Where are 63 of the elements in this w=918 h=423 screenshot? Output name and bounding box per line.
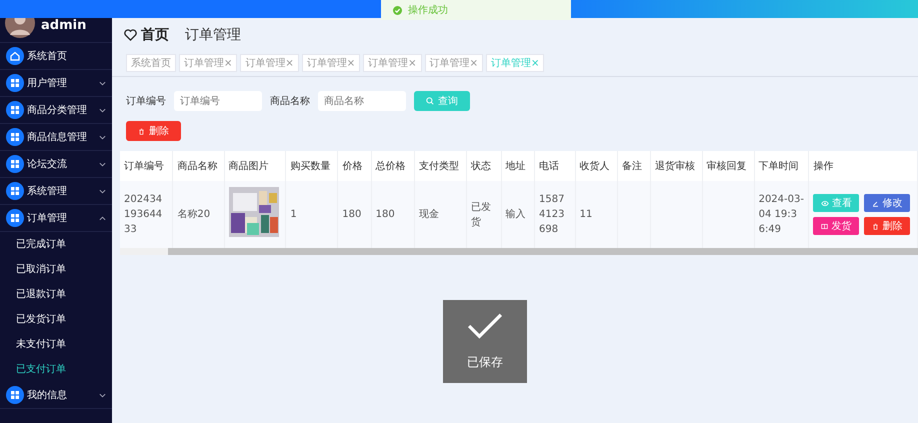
chevron-down-icon [99,134,106,140]
submenu-item[interactable]: 已支付订单 [0,357,112,382]
eye-icon [820,200,829,206]
breadcrumb-home[interactable]: 首页 [141,26,169,44]
menu-item[interactable]: 论坛交流 [0,151,112,178]
menu-item[interactable]: 系统管理 [0,178,112,205]
submenu-item[interactable]: 已完成订单 [0,232,112,257]
menu-item[interactable]: 系统首页 [0,43,112,70]
chevron-down-icon [99,80,106,86]
field-label: 商品名称 [270,94,310,108]
table-cell: 1 [290,209,297,220]
pencil-icon [872,200,880,206]
menu-icon [6,74,24,92]
chevron-down-icon [99,162,106,166]
trash-icon [138,128,145,134]
table-cell: 20243419364433 [124,194,162,235]
search-field[interactable]: 订单编号 [174,91,262,111]
submenu-item[interactable]: 已退款订单 [0,282,112,307]
menu-item[interactable]: 商品信息管理 [0,124,112,151]
submenu-item[interactable]: 未支付订单 [0,332,112,357]
action-button[interactable]: 删除 [864,217,910,235]
table-cell: 180 [376,209,395,220]
table-cell: 11 [580,209,592,220]
table-cell: 15874123698 [539,194,564,235]
field-label: 订单编号 [126,94,166,108]
breadcrumb-current: 订单管理 [185,26,241,44]
search-icon [426,97,434,105]
box-icon [821,222,828,230]
chevron-up-icon [99,216,106,220]
table-cell: 已发货 [470,202,491,228]
table-cell: 2024-03-04 19:36:49 [758,194,804,235]
check-circle-icon [393,6,402,14]
action-button[interactable]: 修改 [864,194,910,212]
submenu-item[interactable]: 已取消订单 [0,257,112,282]
action-button[interactable]: 发货 [813,217,860,235]
menu-icon [6,386,24,404]
trash-icon [872,222,880,230]
menu-item[interactable]: 商品分类管理 [0,97,112,124]
menu-icon [6,101,24,119]
menu-icon [6,209,24,227]
username: admin [41,18,86,32]
heart-icon [124,29,137,41]
search-field[interactable]: 商品名称 [318,91,406,111]
menu-item[interactable]: 订单管理 [0,205,112,232]
chevron-down-icon [99,108,106,112]
menu-icon [6,182,24,200]
submenu-item[interactable]: 已发货订单 [0,307,112,332]
menu-item[interactable]: 用户管理 [0,70,112,97]
table-cell: 名称20 [177,209,210,220]
horizontal-scrollbar[interactable] [120,248,918,255]
delete-button[interactable]: 删除 [126,121,181,141]
table-cell: 输入 [506,209,526,220]
checkmark-icon [466,312,504,340]
menu-item[interactable]: 我的信息 [0,382,112,409]
chevron-down-icon [99,188,106,194]
table-cell: 180 [342,209,362,220]
menu-icon [6,155,24,173]
dialog-text: 已保存 [467,354,503,371]
chevron-down-icon [99,392,106,398]
menu-icon [6,128,24,146]
menu-icon [6,47,24,65]
table-cell: 现金 [418,209,439,220]
toast-text: 操作成功 [408,4,448,17]
